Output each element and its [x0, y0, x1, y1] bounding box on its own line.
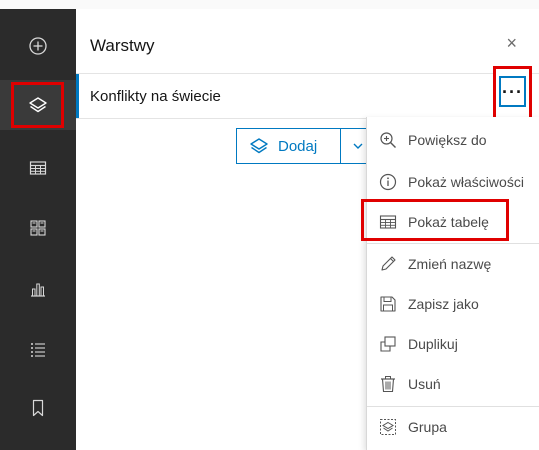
- top-strip: [0, 0, 539, 9]
- layer-list-item[interactable]: Konflikty na świecie: [76, 73, 539, 119]
- menu-item-label: Usuń: [408, 376, 441, 392]
- add-circle-icon: [29, 37, 47, 55]
- menu-item-label: Zapisz jako: [408, 296, 479, 312]
- group-icon: [378, 417, 398, 437]
- menu-item-group[interactable]: Grupa: [367, 407, 539, 447]
- sidebar-item-legend[interactable]: [0, 325, 76, 375]
- bookmark-icon: [32, 399, 44, 417]
- duplicate-icon: [378, 334, 398, 354]
- sidebar-layers-highlight: [11, 82, 64, 128]
- menu-item-label: Duplikuj: [408, 336, 458, 352]
- menu-item-label: Pokaż właściwości: [408, 174, 524, 190]
- menu-item-delete[interactable]: Usuń: [367, 364, 539, 404]
- ellipsis-icon: ···: [502, 81, 523, 102]
- info-icon: [378, 172, 398, 192]
- menu-item-rename[interactable]: Zmień nazwę: [367, 244, 539, 284]
- sidebar-item-widgets[interactable]: [0, 203, 76, 253]
- chevron-down-icon: [353, 143, 363, 149]
- pencil-icon: [378, 254, 398, 274]
- save-icon: [378, 294, 398, 314]
- menu-item-show-properties[interactable]: Pokaż właściwości: [367, 162, 539, 202]
- more-actions-button[interactable]: ···: [499, 76, 526, 107]
- sidebar: [0, 9, 76, 450]
- show-table-highlight: [361, 199, 509, 241]
- sidebar-item-table[interactable]: [0, 143, 76, 193]
- menu-item-duplicate[interactable]: Duplikuj: [367, 324, 539, 364]
- sidebar-item-add[interactable]: [0, 21, 76, 71]
- layer-actions-menu: Powiększ do Pokaż właściwości Pokaż tabe…: [366, 117, 539, 450]
- menu-item-label: Powiększ do: [408, 132, 487, 148]
- zoom-in-icon: [378, 130, 398, 150]
- widgets-icon: [30, 220, 46, 236]
- table-icon: [29, 161, 47, 175]
- more-actions-highlight: ···: [493, 66, 532, 120]
- close-icon[interactable]: ×: [506, 33, 517, 53]
- layers-icon: [249, 136, 269, 156]
- sidebar-item-bookmark[interactable]: [0, 383, 76, 433]
- sidebar-item-chart[interactable]: [0, 264, 76, 314]
- menu-item-label: Zmień nazwę: [408, 256, 492, 272]
- panel-title: Warstwy: [90, 36, 155, 55]
- add-layer-button[interactable]: Dodaj: [236, 128, 341, 164]
- menu-item-label: Grupa: [408, 419, 447, 435]
- add-layer-label: Dodaj: [278, 137, 318, 155]
- menu-item-save-as[interactable]: Zapisz jako: [367, 284, 539, 324]
- chart-icon: [31, 283, 45, 297]
- layer-selected-accent: [76, 74, 79, 118]
- trash-icon: [378, 374, 398, 394]
- menu-item-zoom-to[interactable]: Powiększ do: [367, 120, 539, 160]
- legend-icon: [31, 343, 45, 357]
- layer-name: Konflikty na świecie: [90, 88, 221, 105]
